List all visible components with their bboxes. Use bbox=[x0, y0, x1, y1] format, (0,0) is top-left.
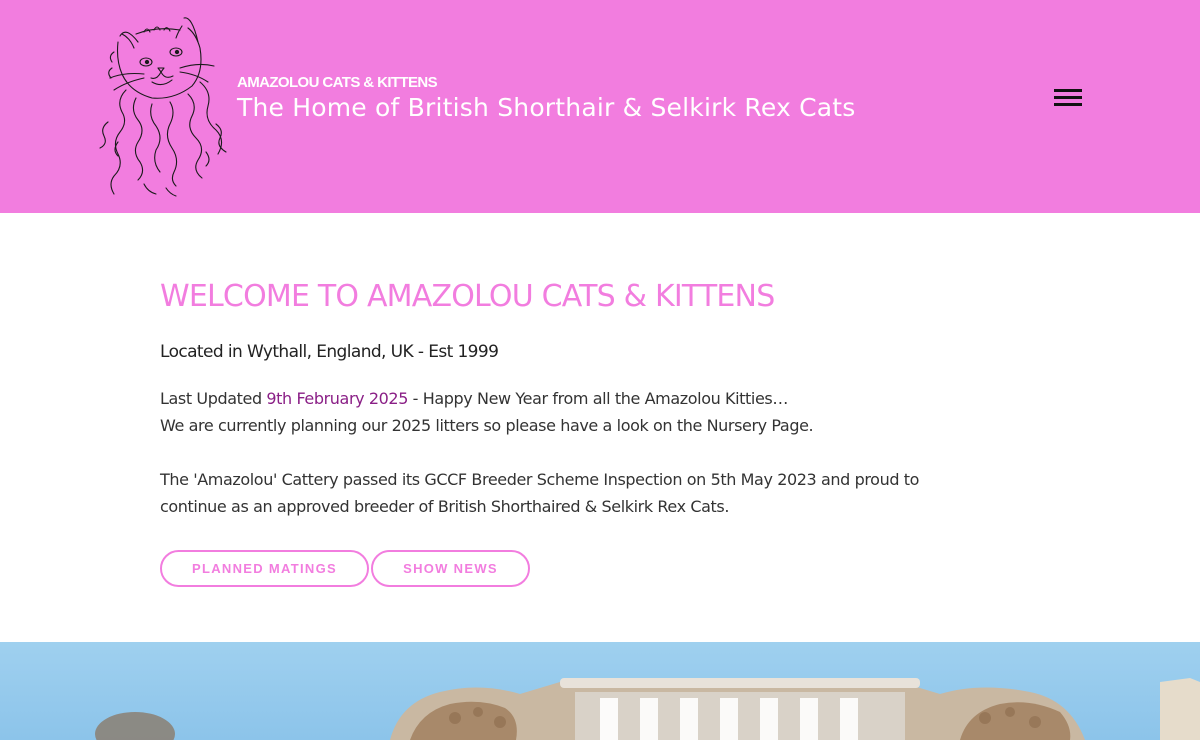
gccf-line-1: The 'Amazolou' Cattery passed its GCCF B… bbox=[160, 470, 920, 489]
site-tagline: The Home of British Shorthair & Selkirk … bbox=[237, 93, 856, 122]
action-buttons: PLANNED MATINGS SHOW NEWS bbox=[160, 550, 940, 587]
hamburger-menu-icon bbox=[1054, 89, 1082, 92]
cat-logo-icon[interactable] bbox=[96, 12, 230, 202]
update-prefix: Last Updated bbox=[160, 389, 267, 408]
hamburger-menu-icon-bar bbox=[1054, 96, 1082, 99]
welcome-heading: WELCOME TO AMAZOLOU CATS & KITTENS bbox=[160, 279, 775, 314]
main-content: WELCOME TO AMAZOLOU CATS & KITTENS Locat… bbox=[160, 276, 940, 587]
show-news-button[interactable]: SHOW NEWS bbox=[371, 550, 530, 587]
location-text: Located in Wythall, England, UK - Est 19… bbox=[160, 342, 499, 362]
planned-matings-button[interactable]: PLANNED MATINGS bbox=[160, 550, 369, 587]
gccf-line-2: continue as an approved breeder of Briti… bbox=[160, 497, 730, 516]
hamburger-menu-icon-bar bbox=[1054, 103, 1082, 106]
site-header: AMAZOLOU CATS & KITTENS The Home of Brit… bbox=[0, 0, 1200, 213]
update-suffix: - Happy New Year from all the Amazolou K… bbox=[408, 389, 789, 408]
gccf-inspection-notice: The 'Amazolou' Cattery passed its GCCF B… bbox=[160, 466, 940, 520]
site-name[interactable]: AMAZOLOU CATS & KITTENS bbox=[237, 74, 438, 91]
update-line: Last Updated 9th February 2025 - Happy N… bbox=[160, 385, 940, 412]
update-date: 9th February 2025 bbox=[266, 389, 408, 408]
hamburger-menu-button[interactable] bbox=[1052, 86, 1084, 110]
nursery-note: We are currently planning our 2025 litte… bbox=[160, 416, 814, 435]
hero-image bbox=[0, 642, 1200, 740]
hero-photo-graphic bbox=[95, 678, 1200, 740]
update-notice: Last Updated 9th February 2025 - Happy N… bbox=[160, 385, 940, 439]
